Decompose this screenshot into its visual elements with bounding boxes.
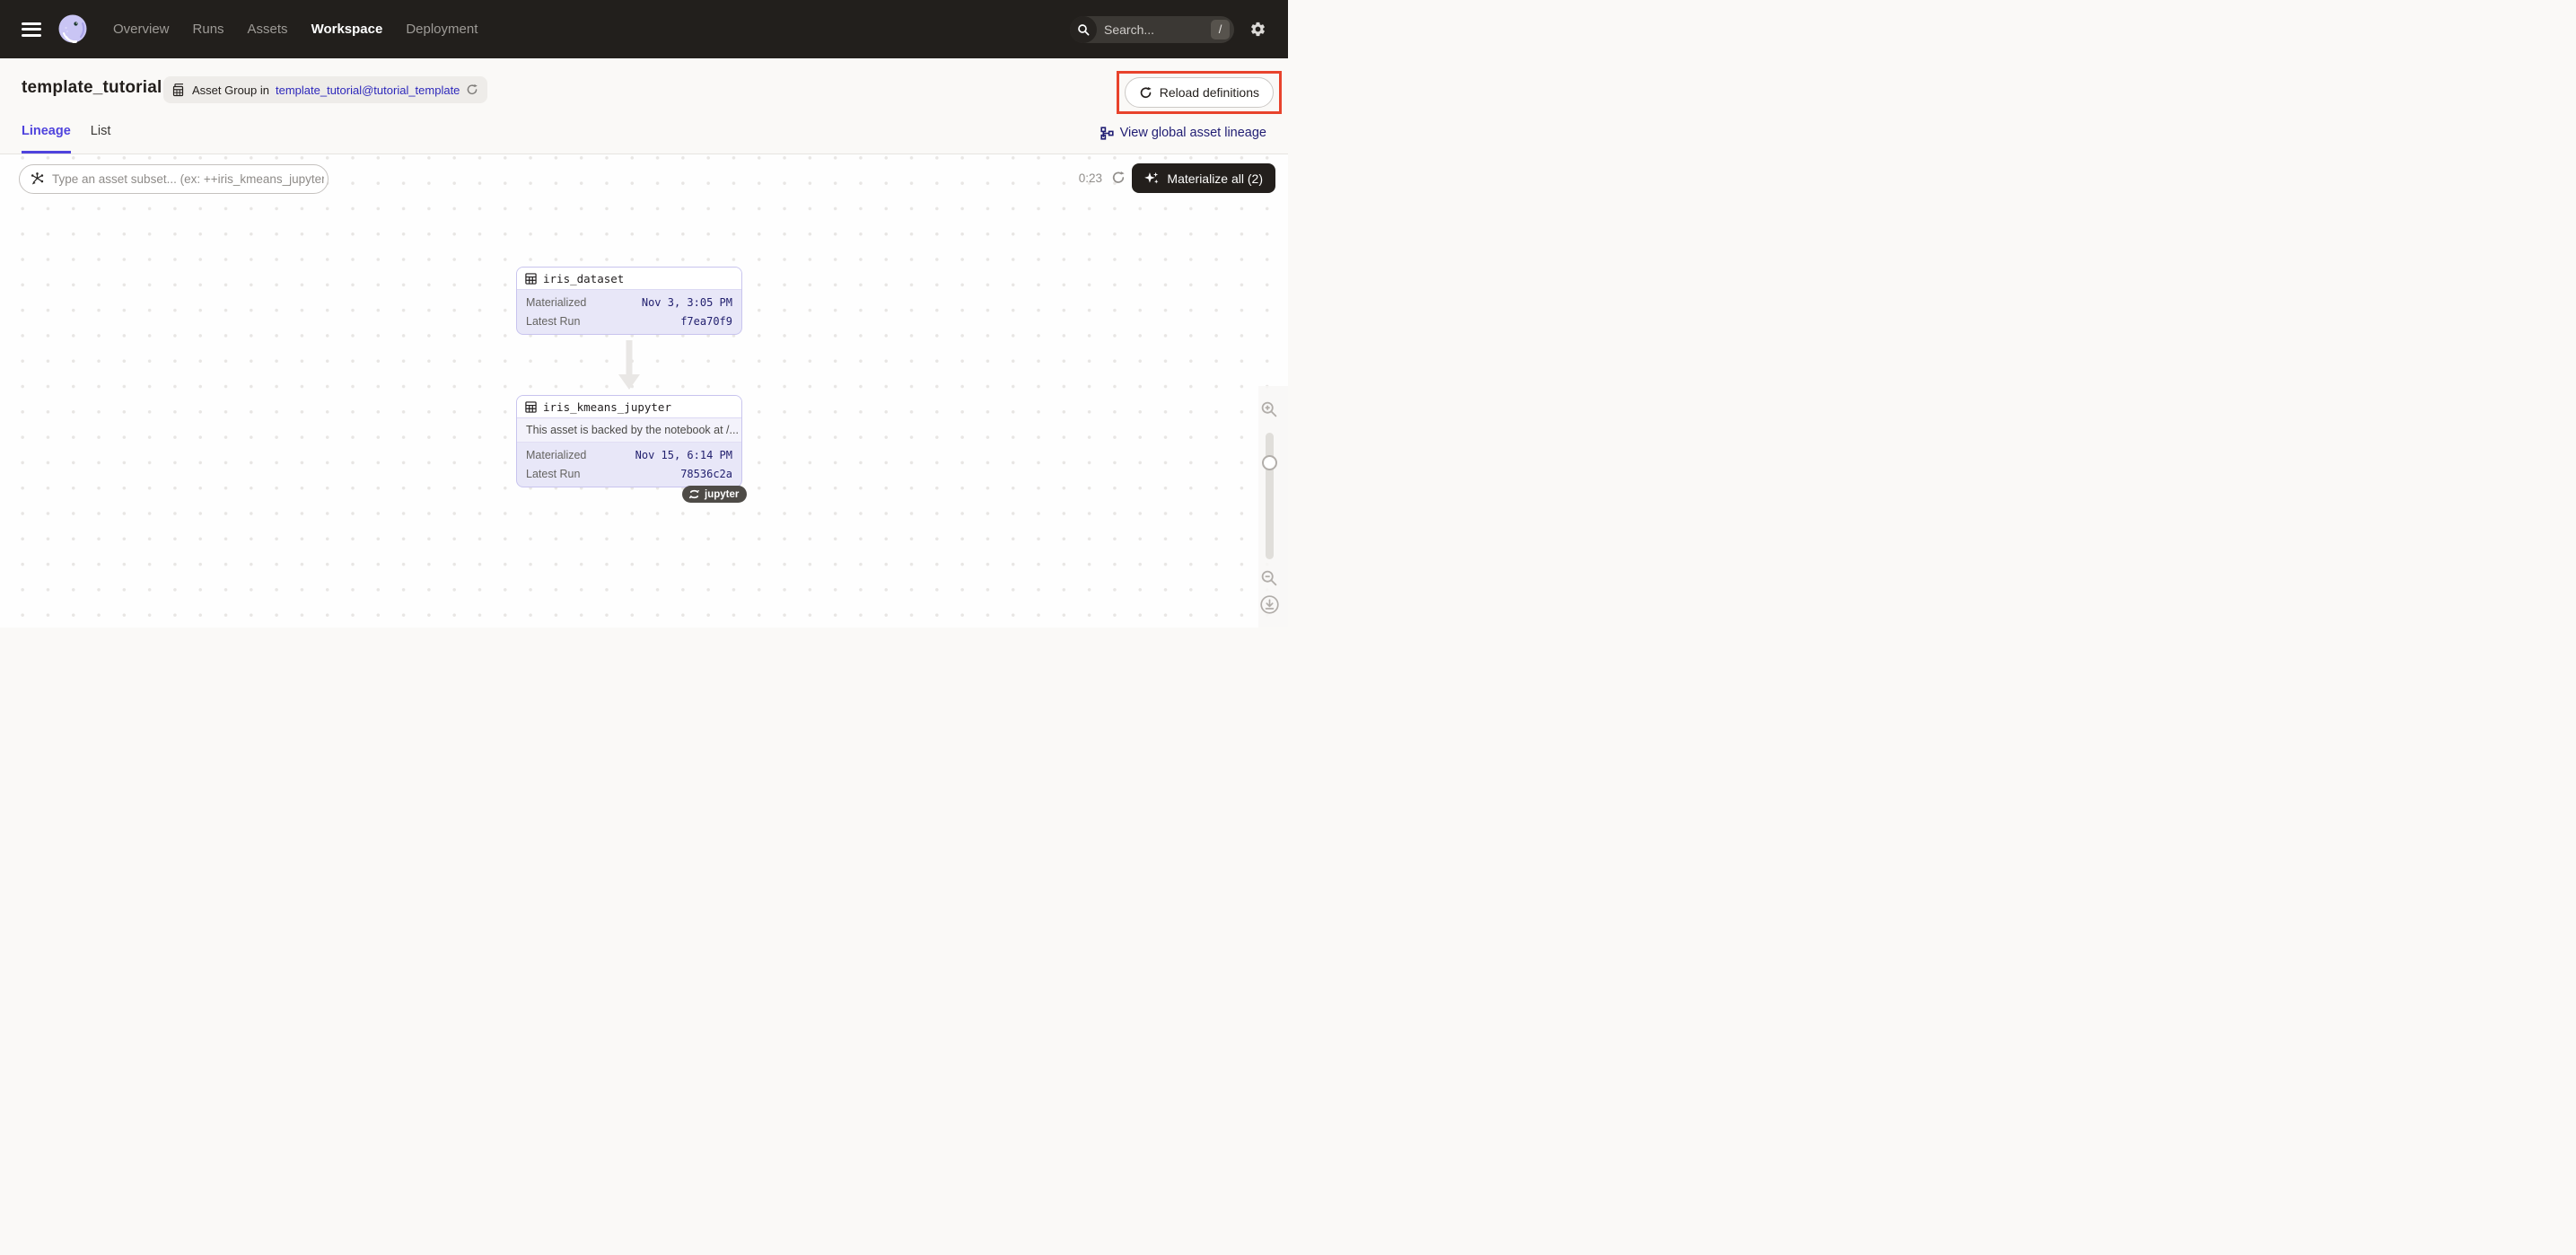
asset-group-chip: Asset Group in template_tutorial@tutoria… bbox=[163, 76, 487, 103]
zoom-in-icon[interactable] bbox=[1260, 400, 1278, 418]
dagster-app: Overview Runs Assets Workspace Deploymen… bbox=[0, 0, 1288, 628]
view-tabs: Lineage List bbox=[22, 124, 110, 154]
zoom-slider-track[interactable] bbox=[1266, 433, 1274, 559]
asset-subset-filter bbox=[19, 164, 329, 194]
annotation-highlight-box: Reload definitions bbox=[1117, 71, 1282, 114]
stat-value-timestamp[interactable]: Nov 3, 3:05 PM bbox=[642, 296, 732, 309]
asset-node-header: iris_dataset bbox=[517, 268, 741, 290]
page-header: template_tutorial Asset Group in templat… bbox=[0, 58, 1288, 154]
stat-label: Latest Run bbox=[526, 468, 580, 480]
lineage-edge-arrow bbox=[618, 340, 640, 390]
asset-subset-input[interactable] bbox=[52, 172, 324, 186]
reload-icon bbox=[1139, 86, 1152, 100]
asset-node-iris-dataset[interactable]: iris_dataset Materialized Nov 3, 3:05 PM… bbox=[516, 267, 742, 335]
stat-label: Materialized bbox=[526, 449, 586, 461]
asset-stats: Materialized Nov 3, 3:05 PM Latest Run f… bbox=[517, 290, 741, 334]
reload-definitions-label: Reload definitions bbox=[1160, 85, 1259, 100]
reload-definitions-button[interactable]: Reload definitions bbox=[1125, 77, 1274, 108]
asset-name: iris_kmeans_jupyter bbox=[543, 400, 671, 414]
search-placeholder-text: Search... bbox=[1097, 22, 1211, 37]
download-image-icon[interactable] bbox=[1259, 594, 1280, 615]
chip-reload-icon[interactable] bbox=[466, 83, 478, 96]
table-asset-icon bbox=[525, 401, 537, 413]
view-global-asset-lineage-link[interactable]: View global asset lineage bbox=[1100, 126, 1266, 140]
stat-value-timestamp[interactable]: Nov 15, 6:14 PM bbox=[635, 449, 732, 461]
nav-item-assets[interactable]: Assets bbox=[248, 22, 288, 37]
page-title: template_tutorial bbox=[22, 78, 162, 98]
settings-gear-icon[interactable] bbox=[1249, 21, 1266, 38]
asset-graph-filter-icon bbox=[30, 171, 45, 187]
tab-list[interactable]: List bbox=[91, 124, 111, 154]
stat-value-run-id[interactable]: f7ea70f9 bbox=[680, 315, 732, 328]
kind-tag-jupyter[interactable]: jupyter bbox=[682, 486, 747, 503]
stat-label: Latest Run bbox=[526, 315, 580, 328]
sparkle-icon bbox=[1144, 171, 1160, 186]
asset-name: iris_dataset bbox=[543, 272, 624, 285]
asset-node-header: iris_kmeans_jupyter bbox=[517, 396, 741, 418]
zoom-slider-thumb[interactable] bbox=[1262, 455, 1277, 470]
dagster-logo-icon[interactable] bbox=[56, 13, 90, 47]
stat-row-latest-run: Latest Run f7ea70f9 bbox=[517, 312, 741, 330]
stat-value-run-id[interactable]: 78536c2a bbox=[680, 468, 732, 480]
refresh-countdown: 0:23 bbox=[1079, 171, 1102, 185]
jupyter-icon bbox=[688, 488, 700, 500]
graph-refresh-icon[interactable] bbox=[1111, 171, 1126, 185]
asset-group-link[interactable]: template_tutorial@tutorial_template bbox=[276, 83, 460, 97]
materialize-all-button[interactable]: Materialize all (2) bbox=[1132, 163, 1275, 193]
top-nav-bar: Overview Runs Assets Workspace Deploymen… bbox=[0, 0, 1288, 58]
asset-stats: Materialized Nov 15, 6:14 PM Latest Run … bbox=[517, 443, 741, 487]
kind-tag-label: jupyter bbox=[705, 489, 739, 500]
view-global-label: View global asset lineage bbox=[1120, 126, 1266, 140]
nav-item-runs[interactable]: Runs bbox=[193, 22, 224, 37]
asset-node-iris-kmeans-jupyter[interactable]: iris_kmeans_jupyter This asset is backed… bbox=[516, 395, 742, 487]
stat-label: Materialized bbox=[526, 296, 586, 309]
nav-item-overview[interactable]: Overview bbox=[113, 22, 170, 37]
nav-item-deployment[interactable]: Deployment bbox=[406, 22, 478, 37]
asset-description: This asset is backed by the notebook at … bbox=[517, 418, 741, 443]
table-asset-icon bbox=[525, 273, 537, 285]
zoom-out-icon[interactable] bbox=[1260, 569, 1278, 587]
lineage-canvas[interactable]: 0:23 Materialize all (2) i bbox=[0, 154, 1288, 628]
hamburger-menu-icon[interactable] bbox=[22, 22, 41, 37]
stat-row-latest-run: Latest Run 78536c2a bbox=[517, 464, 741, 483]
stat-row-materialized: Materialized Nov 3, 3:05 PM bbox=[517, 293, 741, 312]
lineage-graph-icon bbox=[1100, 127, 1114, 140]
asset-group-icon bbox=[172, 83, 186, 97]
nav-item-workspace[interactable]: Workspace bbox=[311, 22, 383, 37]
primary-nav: Overview Runs Assets Workspace Deploymen… bbox=[113, 22, 478, 37]
search-shortcut-key: / bbox=[1211, 20, 1230, 39]
asset-group-chip-text: Asset Group in bbox=[192, 83, 269, 97]
tab-lineage[interactable]: Lineage bbox=[22, 124, 71, 154]
search-icon bbox=[1070, 16, 1097, 43]
global-search-input[interactable]: Search... / bbox=[1070, 16, 1234, 43]
materialize-all-label: Materialize all (2) bbox=[1167, 171, 1263, 186]
stat-row-materialized: Materialized Nov 15, 6:14 PM bbox=[517, 445, 741, 464]
